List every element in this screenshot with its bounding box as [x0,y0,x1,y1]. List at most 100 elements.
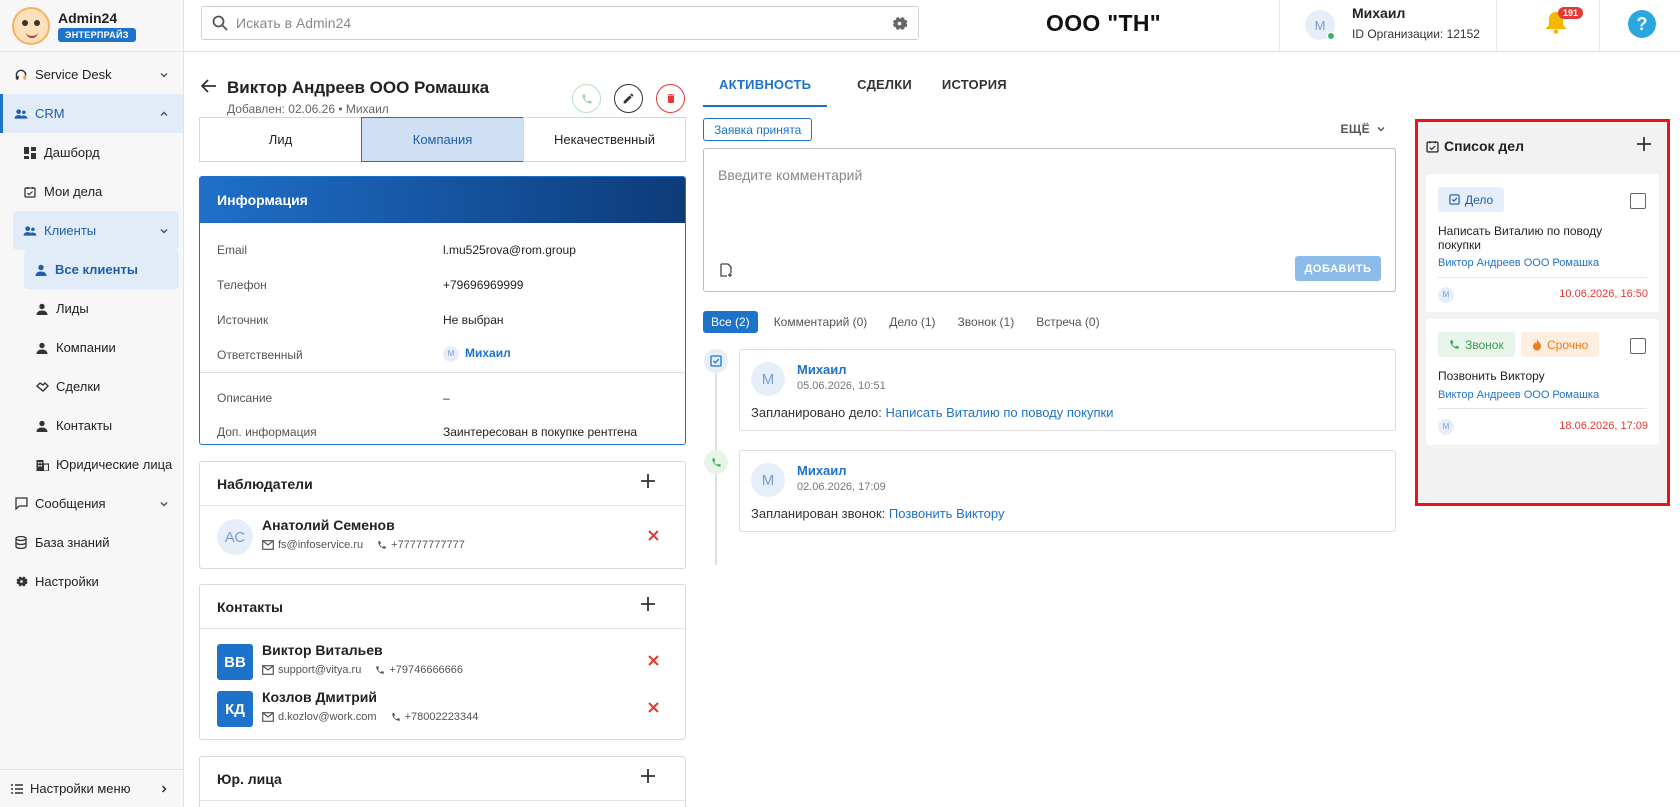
sidebar-item-service-desk[interactable]: Service Desk [0,55,183,94]
task-client-link[interactable]: Виктор Андреев ООО Ромашка [1438,389,1599,401]
calendar-check-icon [1426,140,1439,153]
todo-header: Список дел [1426,127,1659,165]
contact-item-email[interactable]: support@vitya.ru [278,664,361,676]
observer-name[interactable]: Анатолий Семенов [262,517,395,533]
contact-item: ВВ Виктор Витальев support@vitya.ru +797… [217,642,677,684]
type-tab-unqualified[interactable]: Некачественный [523,117,686,162]
add-contact-plus-icon[interactable] [641,597,655,614]
task-checkbox[interactable] [1630,193,1646,209]
add-legal-entity-plus-icon[interactable] [641,769,655,786]
sidebar-item-messages[interactable]: Сообщения [0,484,183,523]
brand-name: Admin24 [58,9,118,26]
task-due-date: 10.06.2026, 16:50 [1559,288,1648,300]
menu-settings-button[interactable]: Настройки меню [0,769,183,807]
call-button[interactable] [572,84,601,113]
task-client-link[interactable]: Виктор Андреев ООО Ромашка [1438,257,1599,269]
activity-panel: АКТИВНОСТЬ СДЕЛКИ ИСТОРИЯ Заявка принята… [703,52,1396,807]
contact-item-email[interactable]: d.kozlov@work.com [278,711,377,723]
sidebar-item-leads[interactable]: Лиды [0,289,183,328]
add-observer-plus-icon[interactable] [641,474,655,491]
chevron-right-icon [159,782,169,797]
sidebar-item-crm[interactable]: CRM [0,94,183,133]
sidebar-item-dashboard[interactable]: Дашборд [0,133,183,172]
sidebar-item-legal-entities[interactable]: Юридические лица [0,445,183,484]
comment-input[interactable] [718,167,1378,237]
observers-title-text: Наблюдатели [217,475,313,492]
sidebar-item-all-clients[interactable]: Все клиенты [24,250,179,289]
delete-button[interactable] [656,84,685,113]
legal-entities-title: Юр. лица [200,757,685,801]
type-tab-lead[interactable]: Лид [199,117,362,162]
mail-icon [262,712,274,722]
event-link[interactable]: Позвонить Виктору [889,506,1005,521]
contacts-title: Контакты [200,585,685,629]
sidebar-item-settings[interactable]: Настройки [0,562,183,601]
status-chip[interactable]: Заявка принята [703,118,813,141]
notifications-button[interactable]: 191 [1545,7,1584,34]
contact-type-tabs: Лид Компания Некачественный [199,117,686,162]
sidebar-item-label: База знаний [35,535,110,550]
info-value-email: l.mu525rova@rom.group [443,243,576,257]
phone-icon [581,93,593,105]
info-value-phone: +79696969999 [443,278,524,292]
contact-item-phone[interactable]: +78002223344 [405,711,479,723]
remove-observer-x-icon[interactable] [648,529,659,544]
sidebar-item-knowledge-base[interactable]: База знаний [0,523,183,562]
filter-meetings[interactable]: Встреча (0) [1036,315,1099,329]
notifications-count-badge: 191 [1558,7,1584,19]
sidebar-item-label: Сообщения [35,496,106,511]
mail-icon [262,665,274,675]
back-arrow-icon[interactable] [200,78,217,97]
remove-contact-x-icon[interactable] [648,654,659,669]
person-icon [34,301,50,317]
filter-all[interactable]: Все (2) [703,311,758,333]
event-text: Запланировано дело: Написать Виталию по … [751,405,1113,420]
task-type-chip: Звонок [1438,332,1515,357]
task-type-label: Звонок [1465,337,1504,352]
tab-history[interactable]: ИСТОРИЯ [942,72,1007,107]
help-button[interactable]: ? [1628,10,1656,38]
observer-item: АС Анатолий Семенов fs@infoservice.ru +7… [217,517,677,559]
tab-deals[interactable]: СДЕЛКИ [857,72,912,107]
remove-contact-x-icon[interactable] [648,701,659,716]
task-card[interactable]: Дело Написать Виталию по поводу покупки … [1426,174,1659,312]
contact-item-phone[interactable]: +79746666666 [389,664,463,676]
filter-tasks[interactable]: Дело (1) [889,315,935,329]
filter-calls[interactable]: Звонок (1) [958,315,1015,329]
organization-id: ID Организации: 12152 [1352,27,1480,41]
type-tab-company[interactable]: Компания [361,117,524,162]
sidebar-item-deals[interactable]: Сделки [0,367,183,406]
info-value-responsible[interactable]: М Михаил [443,346,511,362]
sidebar-item-clients[interactable]: Клиенты [13,211,179,250]
observer-phone[interactable]: +77777777777 [391,539,465,551]
sidebar-item-contacts[interactable]: Контакты [0,406,183,445]
responsible-name[interactable]: Михаил [465,346,511,360]
info-label-extra: Доп. информация [217,425,317,439]
tab-activity[interactable]: АКТИВНОСТЬ [703,72,828,107]
filter-comments[interactable]: Комментарий (0) [774,315,868,329]
event-author[interactable]: Михаил [797,362,847,377]
observer-avatar: АС [217,519,253,555]
event-author[interactable]: Михаил [797,463,847,478]
activity-event: М Михаил 02.06.2026, 17:09 Запланирован … [739,450,1396,532]
sidebar-item-my-tasks[interactable]: Мои дела [0,172,183,211]
contact-item-name[interactable]: Виктор Витальев [262,642,383,658]
attach-file-icon[interactable] [720,263,733,280]
mail-icon [262,540,274,550]
add-task-plus-icon[interactable] [1637,137,1651,154]
brand: Admin24 ЭНТЕРПРАЙЗ [0,0,183,52]
observer-email[interactable]: fs@infoservice.ru [278,539,363,551]
more-dropdown[interactable]: ЕЩЁ [1341,122,1386,136]
add-comment-button[interactable]: ДОБАВИТЬ [1295,256,1381,281]
search-input[interactable] [236,15,876,31]
sidebar-item-companies[interactable]: Компании [0,328,183,367]
search-settings-gear-icon[interactable] [891,15,908,35]
task-checkbox[interactable] [1630,338,1646,354]
edit-button[interactable] [614,84,643,113]
event-link[interactable]: Написать Виталию по поводу покупки [885,405,1113,420]
headset-icon [13,67,29,83]
contact-item-name[interactable]: Козлов Дмитрий [262,689,377,705]
user-profile[interactable]: М Михаил ID Организации: 12152 [1279,0,1497,52]
sidebar-item-label: Сделки [56,379,101,394]
task-card[interactable]: Звонок Срочно Позвонить Виктору Виктор А… [1426,319,1659,445]
